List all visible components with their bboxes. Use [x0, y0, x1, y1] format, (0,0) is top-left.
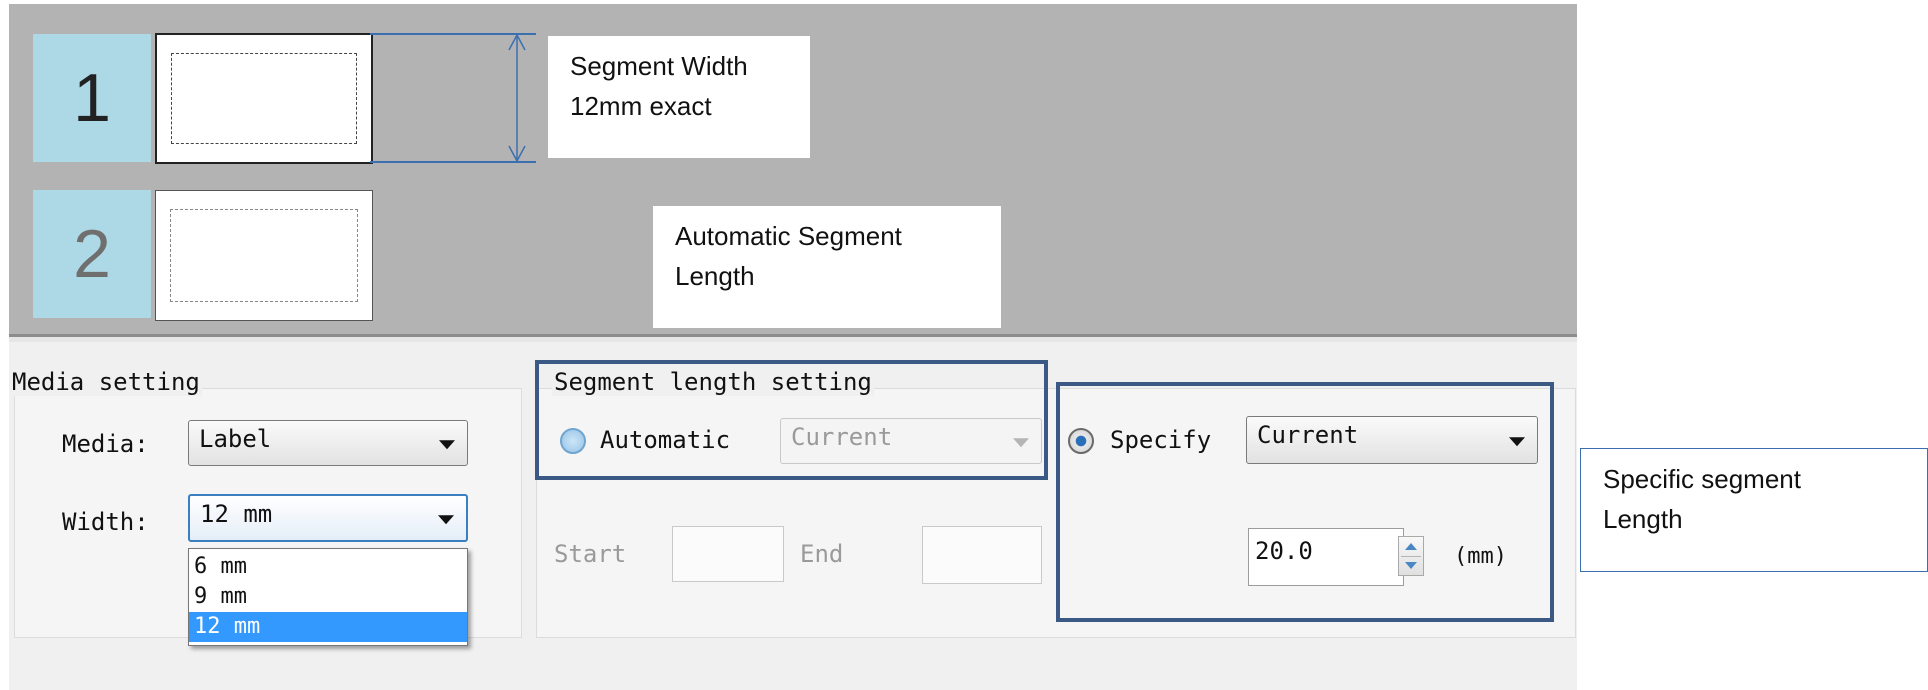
chevron-down-icon	[438, 515, 454, 525]
segment-label-1[interactable]	[155, 33, 373, 164]
automatic-highlight-box	[535, 360, 1048, 480]
media-setting-title: Media setting	[10, 368, 202, 396]
media-value: Label	[199, 425, 272, 453]
segment-number-2: 2	[33, 190, 151, 318]
width-option-6mm[interactable]: 6 mm	[189, 552, 467, 582]
annotation-line: Length	[1603, 504, 1683, 534]
width-value: 12 mm	[200, 500, 273, 528]
start-input[interactable]	[672, 526, 784, 582]
annotation-segment-width: Segment Width 12mm exact	[548, 36, 810, 158]
segment-width-dimension-arrow	[370, 33, 536, 163]
specify-highlight-box	[1056, 382, 1554, 622]
width-dropdown-list: 6 mm 9 mm 12 mm	[188, 548, 468, 646]
printable-area-outline	[170, 209, 358, 302]
annotation-automatic-length: Automatic Segment Length	[653, 206, 1001, 328]
width-dropdown[interactable]: 12 mm	[188, 494, 468, 542]
annotation-line: Segment Width	[570, 51, 748, 81]
annotation-line: Automatic Segment	[675, 221, 902, 251]
printable-area-outline	[171, 53, 357, 144]
segment-number-1: 1	[33, 34, 151, 162]
end-input[interactable]	[922, 526, 1042, 584]
chevron-down-icon	[439, 440, 455, 450]
annotation-line: Length	[675, 261, 755, 291]
width-option-12mm[interactable]: 12 mm	[189, 612, 467, 642]
panel-divider	[9, 334, 1577, 342]
media-dropdown[interactable]: Label	[188, 420, 468, 466]
end-label: End	[800, 540, 844, 568]
annotation-line: 12mm exact	[570, 91, 712, 121]
annotation-line: Specific segment	[1603, 464, 1801, 494]
width-option-9mm[interactable]: 9 mm	[189, 582, 467, 612]
media-label: Media:	[62, 430, 149, 458]
annotation-specific-length: Specific segment Length	[1580, 448, 1928, 572]
segment-label-2[interactable]	[155, 190, 373, 321]
start-label: Start	[554, 540, 627, 568]
width-label: Width:	[62, 508, 149, 536]
